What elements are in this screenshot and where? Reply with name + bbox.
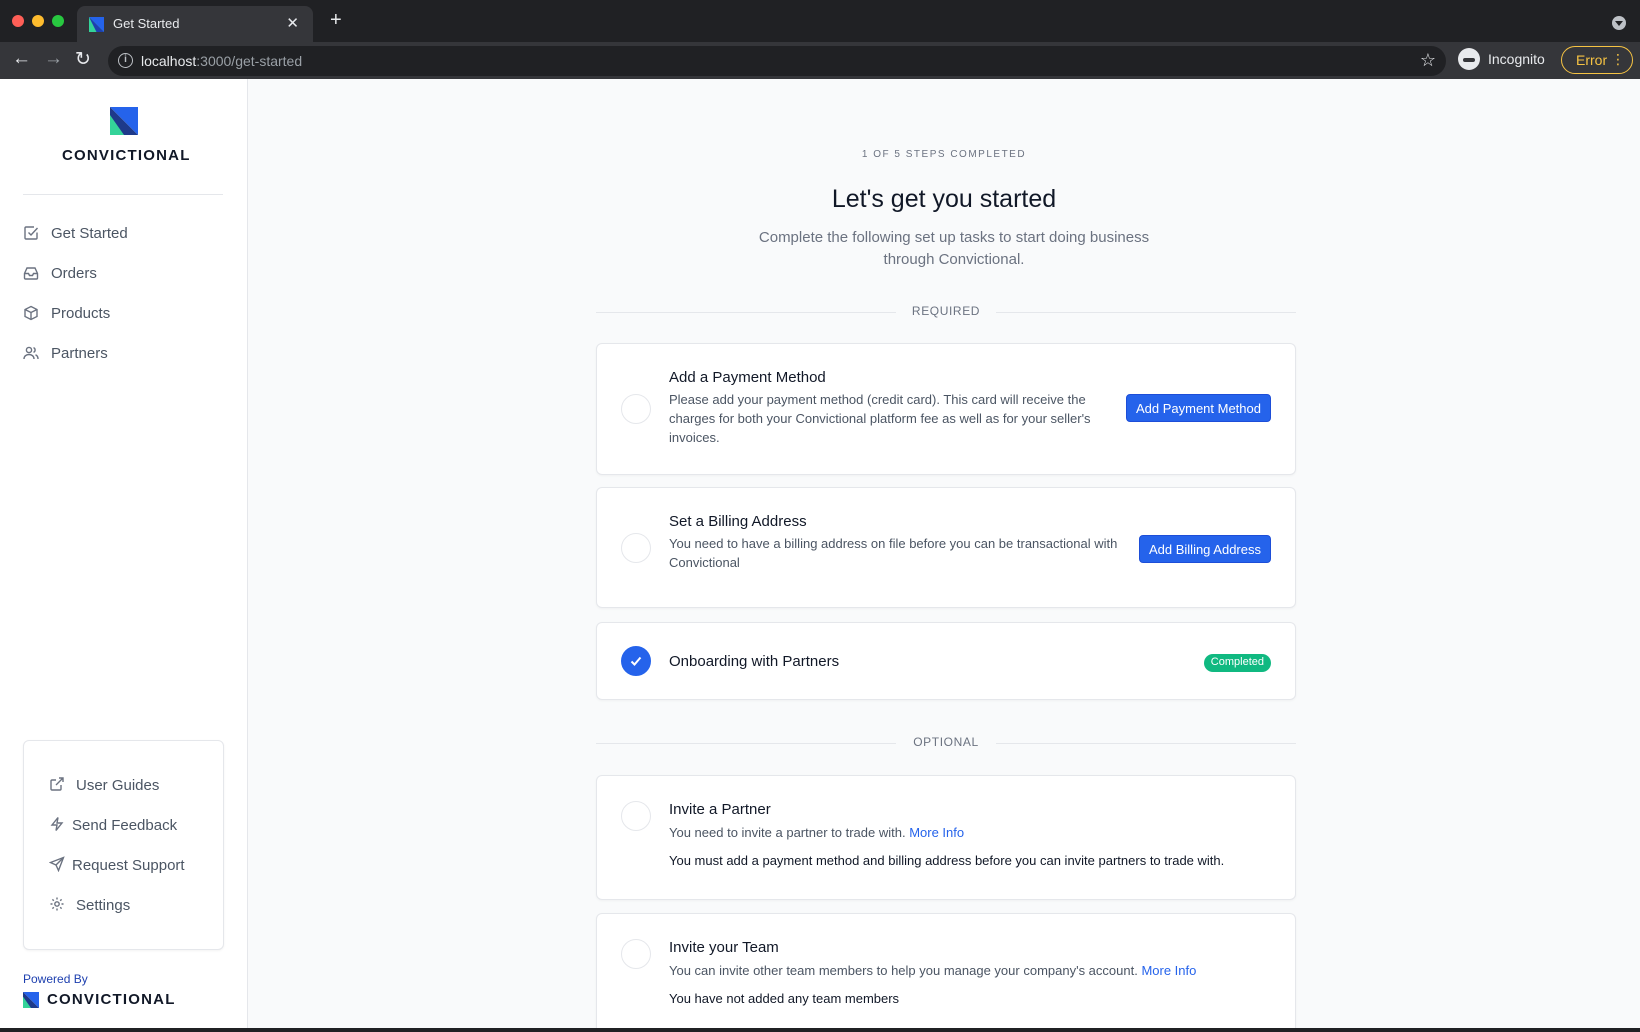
required-section-divider: REQUIRED <box>596 304 1296 320</box>
maximize-window-button[interactable] <box>52 15 64 27</box>
url-text: localhost:3000/get-started <box>141 53 303 69</box>
new-tab-icon[interactable]: + <box>330 10 342 30</box>
browser-toolbar: ← → ↻ i localhost:3000/get-started ☆ Inc… <box>0 42 1640 79</box>
more-vert-icon: ⋮ <box>1611 51 1625 67</box>
back-icon[interactable]: ← <box>12 48 31 70</box>
add-billing-address-button[interactable]: Add Billing Address <box>1138 535 1271 563</box>
page-subtitle: Complete the following set up tasks to s… <box>758 229 1150 268</box>
completed-badge: Completed <box>1203 654 1271 672</box>
external-link-icon <box>50 777 64 791</box>
tab-search-icon[interactable] <box>1612 16 1626 30</box>
minimize-window-button[interactable] <box>32 15 44 27</box>
sidebar-divider <box>23 194 223 195</box>
task-description: You need to invite a partner to trade wi… <box>669 825 965 840</box>
gear-icon <box>50 897 64 911</box>
convictional-logo-icon <box>110 107 138 135</box>
error-button[interactable]: Error ⋮ <box>1561 46 1633 74</box>
close-window-button[interactable] <box>12 15 24 27</box>
more-info-link[interactable]: More Info <box>1141 963 1196 978</box>
task-status-circle <box>621 801 651 831</box>
help-card: User Guides Send Feedback Request Suppor… <box>23 740 224 950</box>
bookmark-star-icon[interactable]: ☆ <box>1420 50 1436 71</box>
close-tab-icon[interactable]: ✕ <box>286 14 299 32</box>
task-status-circle <box>621 394 651 424</box>
brand-wordmark: CONVICTIONAL <box>62 147 191 164</box>
page-title: Let's get you started <box>831 185 1057 213</box>
users-icon <box>23 346 39 360</box>
task-note: You must add a payment method and billin… <box>669 853 1225 868</box>
browser-window: Get Started ✕ + ← → ↻ i localhost:3000/g… <box>0 0 1640 1032</box>
add-payment-method-button[interactable]: Add Payment Method <box>1125 394 1271 422</box>
page: CONVICTIONAL Get Started Orders Products… <box>0 79 1640 1028</box>
convictional-logo-icon <box>23 992 39 1008</box>
task-title: Set a Billing Address <box>669 513 807 530</box>
box-icon <box>24 305 38 321</box>
site-info-icon[interactable]: i <box>118 53 133 68</box>
task-status-circle <box>621 533 651 563</box>
address-bar[interactable]: i localhost:3000/get-started ☆ <box>108 46 1446 76</box>
sidebar: CONVICTIONAL Get Started Orders Products… <box>0 79 248 1028</box>
reload-icon[interactable]: ↻ <box>75 48 91 71</box>
task-status-circle <box>621 939 651 969</box>
task-note: You have not added any team members <box>669 991 900 1006</box>
task-completed-circle <box>621 646 651 676</box>
task-card-onboarding: Onboarding with Partners Completed <box>596 622 1296 700</box>
forward-icon[interactable]: → <box>44 48 63 70</box>
powered-by-label: Powered By <box>23 972 88 986</box>
checkbox-icon <box>24 226 39 240</box>
more-info-link[interactable]: More Info <box>909 825 964 840</box>
powered-by-wordmark: CONVICTIONAL <box>47 991 176 1008</box>
checkmark-icon <box>630 656 642 666</box>
main-content: 1 OF 5 STEPS COMPLETED Let's get you sta… <box>248 79 1640 1028</box>
send-icon <box>49 856 65 872</box>
window-bottom-edge <box>0 1028 1640 1032</box>
task-card-payment-method: Add a Payment Method Please add your pay… <box>596 343 1296 475</box>
task-card-invite-partner: Invite a Partner You need to invite a pa… <box>596 775 1296 900</box>
optional-section-divider: OPTIONAL <box>596 735 1296 751</box>
task-description: You need to have a billing address on fi… <box>669 536 1118 570</box>
task-description: You can invite other team members to hel… <box>669 963 1197 978</box>
task-card-invite-team: Invite your Team You can invite other te… <box>596 913 1296 1028</box>
browser-tab[interactable]: Get Started ✕ <box>77 6 313 42</box>
inbox-icon <box>23 267 39 280</box>
task-title: Invite your Team <box>669 939 779 956</box>
task-title: Onboarding with Partners <box>669 653 840 670</box>
steps-progress: 1 OF 5 STEPS COMPLETED <box>861 149 1027 160</box>
tab-title: Get Started <box>113 16 180 31</box>
tab-strip: Get Started ✕ + <box>0 0 1640 42</box>
convictional-favicon-icon <box>89 17 104 32</box>
task-title: Add a Payment Method <box>669 369 826 386</box>
task-description: Please add your payment method (credit c… <box>669 392 1091 445</box>
lightning-icon <box>50 817 64 831</box>
incognito-icon <box>1458 48 1480 70</box>
task-title: Invite a Partner <box>669 801 771 818</box>
task-card-billing-address: Set a Billing Address You need to have a… <box>596 487 1296 608</box>
